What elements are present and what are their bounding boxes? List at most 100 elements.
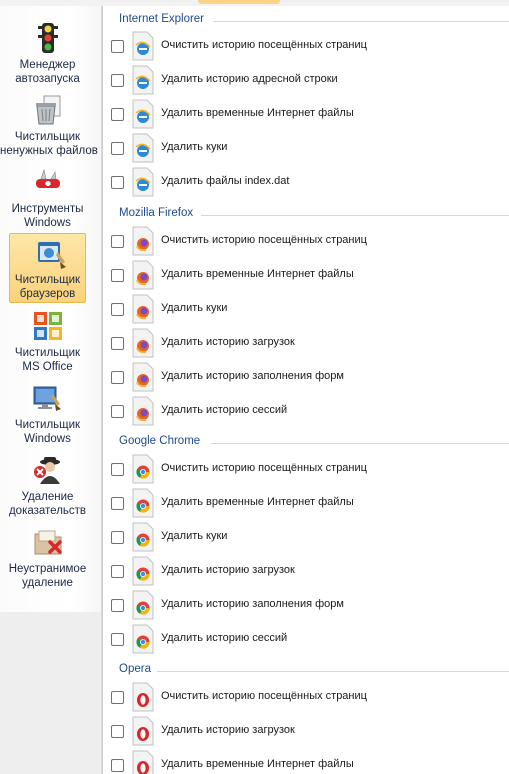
option-checkbox[interactable] (111, 142, 124, 155)
internet-explorer-file-icon (132, 31, 154, 61)
internet-explorer-file-icon (132, 167, 154, 197)
sidebar-item-windows-tools[interactable]: Инструменты Windows (0, 162, 95, 232)
group-header-mozilla-firefox: Mozilla Firefox (119, 207, 509, 225)
option-label: Удалить куки (161, 141, 228, 153)
option-checkbox[interactable] (111, 531, 124, 544)
swiss-knife-icon (35, 168, 60, 188)
active-tab-accent (198, 0, 280, 4)
option-label: Удалить историю сессий (161, 632, 288, 644)
firefox-file-icon (132, 294, 154, 324)
internet-explorer-file-icon (132, 133, 154, 163)
chrome-file-icon (132, 590, 154, 620)
group-divider (213, 21, 509, 22)
option-row[interactable]: Удалить куки (111, 520, 506, 554)
option-checkbox[interactable] (111, 108, 124, 121)
option-checkbox[interactable] (111, 235, 124, 248)
option-row[interactable]: Очистить историю посещённых страниц (111, 452, 506, 486)
chrome-file-icon (132, 556, 154, 586)
option-checkbox[interactable] (111, 565, 124, 578)
sidebar-item-label: Инструменты Windows (11, 203, 84, 229)
chrome-file-icon (132, 624, 154, 654)
option-checkbox[interactable] (111, 599, 124, 612)
sidebar-item-browser-cleaner[interactable]: Чистильщик браузеров (9, 233, 86, 303)
option-row[interactable]: Удалить временные Интернет файлы (111, 486, 506, 520)
firefox-file-icon (132, 362, 154, 392)
opera-file-icon (132, 716, 154, 746)
chrome-file-icon (132, 488, 154, 518)
group-divider (211, 443, 509, 444)
option-label: Удалить временные Интернет файлы (161, 496, 354, 508)
group-header-google-chrome: Google Chrome (119, 435, 509, 453)
option-checkbox[interactable] (111, 40, 124, 53)
option-row[interactable]: Удалить куки (111, 131, 506, 165)
firefox-file-icon (132, 396, 154, 426)
firefox-file-icon (132, 226, 154, 256)
sidebar-item-ms-office-cleaner[interactable]: Чистильщик MS Office (0, 306, 95, 376)
sidebar-item-junk-cleaner[interactable]: Чистильщик ненужных файлов (0, 90, 98, 160)
option-checkbox[interactable] (111, 633, 124, 646)
option-checkbox[interactable] (111, 463, 124, 476)
option-checkbox[interactable] (111, 176, 124, 189)
option-row[interactable]: Удалить историю сессий (111, 394, 506, 428)
option-row[interactable]: Очистить историю посещённых страниц (111, 680, 506, 714)
group-title: Opera (119, 663, 151, 675)
sidebar-panel: Менеджер автозапуска Чистильщик ненужных ф… (0, 6, 102, 612)
group-title: Google Chrome (119, 435, 201, 447)
internet-explorer-file-icon (132, 99, 154, 129)
sidebar-item-label: Чистильщик MS Office (14, 347, 81, 373)
sidebar-item-permanent-deletion[interactable]: Неустранимое удаление (0, 522, 95, 592)
sidebar: Менеджер автозапуска Чистильщик ненужных ф… (0, 6, 102, 774)
option-label: Очистить историю посещённых страниц (161, 39, 367, 51)
option-row[interactable]: Удалить временные Интернет файлы (111, 258, 506, 292)
option-checkbox[interactable] (111, 759, 124, 772)
group-title: Mozilla Firefox (119, 207, 194, 219)
browser-cleaner-panel: Internet Explorer Очистить историю посещ… (102, 6, 509, 774)
option-row[interactable]: Удалить временные Интернет файлы (111, 748, 506, 774)
opera-file-icon (132, 750, 154, 774)
ms-office-icon (33, 312, 62, 340)
option-checkbox[interactable] (111, 405, 124, 418)
option-checkbox[interactable] (111, 691, 124, 704)
group-divider (201, 215, 509, 216)
option-label: Удалить историю загрузок (161, 564, 295, 576)
option-checkbox[interactable] (111, 74, 124, 87)
option-row[interactable]: Удалить историю сессий (111, 622, 506, 656)
option-label: Удалить временные Интернет файлы (161, 758, 354, 770)
option-label: Удалить куки (161, 530, 228, 542)
option-label: Очистить историю посещённых страниц (161, 462, 367, 474)
traffic-light-icon (37, 23, 58, 53)
trash-files-icon (35, 95, 60, 125)
option-checkbox[interactable] (111, 303, 124, 316)
option-row[interactable]: Очистить историю посещённых страниц (111, 29, 506, 63)
option-checkbox[interactable] (111, 337, 124, 350)
sidebar-item-windows-cleaner[interactable]: Чистильщик Windows (0, 378, 95, 448)
option-row[interactable]: Удалить историю загрузок (111, 326, 506, 360)
option-row[interactable]: Удалить историю загрузок (111, 554, 506, 588)
sidebar-item-startup-manager[interactable]: Менеджер автозапуска (0, 18, 95, 88)
option-row[interactable]: Очистить историю посещённых страниц (111, 224, 506, 258)
option-checkbox[interactable] (111, 725, 124, 738)
firefox-file-icon (132, 260, 154, 290)
group-header-opera: Opera (119, 663, 509, 681)
chrome-file-icon (132, 522, 154, 552)
option-label: Удалить куки (161, 302, 228, 314)
option-label: Удалить историю загрузок (161, 336, 295, 348)
chrome-file-icon (132, 454, 154, 484)
option-row[interactable]: Удалить файлы index.dat (111, 165, 506, 199)
option-row[interactable]: Удалить временные Интернет файлы (111, 97, 506, 131)
option-row[interactable]: Удалить куки (111, 292, 506, 326)
option-label: Удалить историю сессий (161, 404, 288, 416)
option-checkbox[interactable] (111, 497, 124, 510)
sidebar-item-evidence-removal[interactable]: Удаление доказательств (0, 450, 95, 520)
option-row[interactable]: Удалить историю загрузок (111, 714, 506, 748)
option-label: Удалить историю заполнения форм (161, 370, 344, 382)
sidebar-item-label: Менеджер автозапуска (15, 59, 80, 85)
sidebar-empty-area (0, 612, 102, 774)
option-row[interactable]: Удалить историю заполнения форм (111, 588, 506, 622)
sidebar-item-label: Чистильщик Windows (14, 419, 81, 445)
option-row[interactable]: Удалить историю адресной строки (111, 63, 506, 97)
option-checkbox[interactable] (111, 269, 124, 282)
option-row[interactable]: Удалить историю заполнения форм (111, 360, 506, 394)
windows-cleaner-icon (33, 386, 61, 411)
option-checkbox[interactable] (111, 371, 124, 384)
